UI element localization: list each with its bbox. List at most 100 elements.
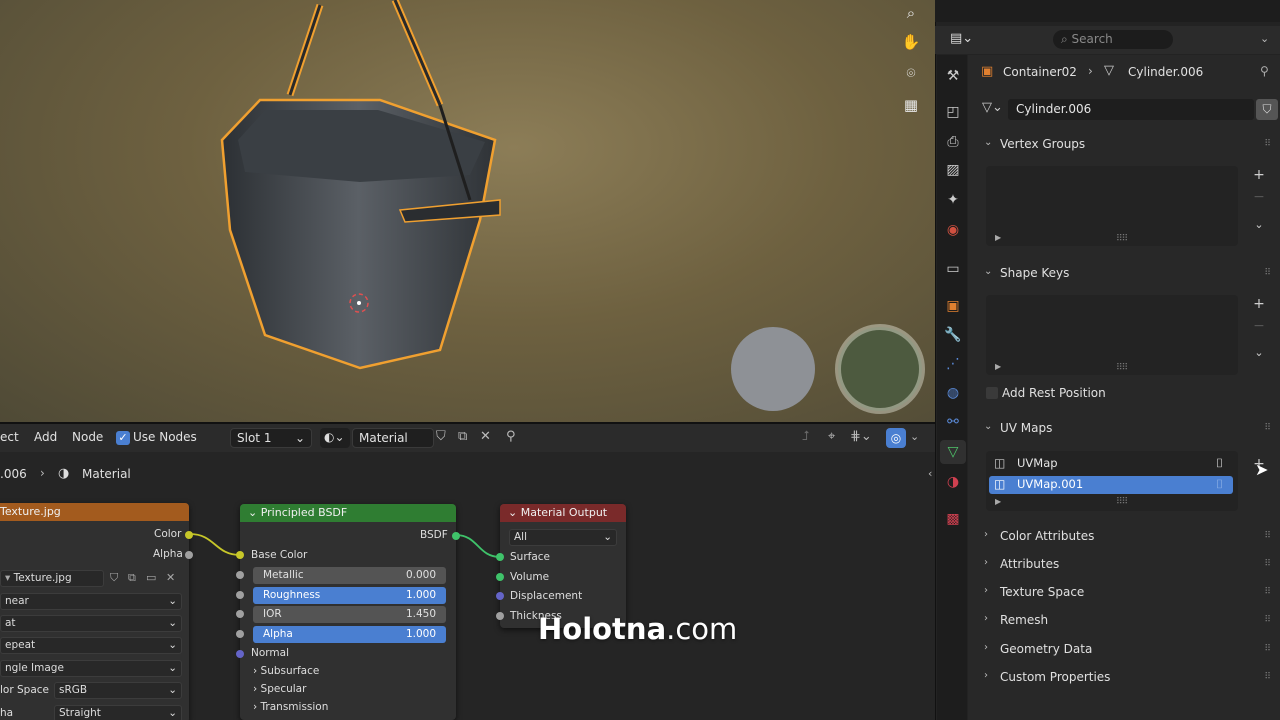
- texture-space-panel-header[interactable]: › Texture Space ⠿: [970, 580, 1280, 606]
- ior-field[interactable]: IOR 1.450: [253, 606, 446, 623]
- duplicate-material-icon[interactable]: ⧉: [458, 429, 467, 444]
- socket-normal[interactable]: [236, 650, 244, 658]
- bsdf-node-header[interactable]: ⌄ Principled BSDF: [240, 504, 456, 522]
- socket-thickness[interactable]: [496, 612, 504, 620]
- fake-user-shield-icon[interactable]: ⛉: [1256, 99, 1278, 120]
- render-tab-icon[interactable]: ◰: [940, 100, 966, 124]
- output-tab-icon[interactable]: ⎙: [940, 130, 966, 154]
- material-tab-icon[interactable]: ◑: [940, 470, 966, 494]
- socket-displacement[interactable]: [496, 592, 504, 600]
- specular-panel[interactable]: › Specular: [253, 683, 306, 695]
- grid-ortho-icon[interactable]: ▦: [898, 92, 924, 118]
- image-datablock-field[interactable]: ▾ Texture.jpg: [0, 570, 104, 587]
- camera-icon[interactable]: ⌾: [898, 60, 924, 86]
- drag-handle-icon[interactable]: ⠿: [1264, 139, 1271, 149]
- editor-type-icon[interactable]: ▤⌄: [950, 31, 973, 46]
- menu-node[interactable]: Node: [72, 430, 103, 444]
- drag-handle-icon[interactable]: ⠿: [1264, 672, 1271, 682]
- socket-metallic[interactable]: [236, 571, 244, 579]
- modifier-wrench-icon[interactable]: 🔧: [940, 323, 966, 347]
- snap-mode-icon[interactable]: ⋕⌄: [850, 429, 872, 444]
- source-dropdown[interactable]: ngle Image ⌄: [0, 660, 182, 677]
- roughness-field[interactable]: Roughness 1.000: [253, 587, 446, 604]
- socket-surface[interactable]: [496, 553, 504, 561]
- uv-maps-panel-header[interactable]: ⌄ UV Maps ⠿: [970, 416, 1280, 442]
- remove-vertex-group-icon[interactable]: −: [1250, 188, 1268, 206]
- physics-tab-icon[interactable]: ◍: [940, 381, 966, 405]
- texture-node-title[interactable]: Texture.jpg: [0, 503, 189, 521]
- scene-tab-icon[interactable]: ✦: [940, 188, 966, 212]
- fake-user-shield-icon[interactable]: ⛉: [110, 571, 118, 585]
- alpha-field[interactable]: Alpha 1.000: [253, 626, 446, 643]
- view-layer-tab-icon[interactable]: ▨: [940, 158, 966, 182]
- snap-icon[interactable]: ⌖: [828, 429, 835, 444]
- uv-map-row-selected[interactable]: UVMap.001: [989, 476, 1233, 494]
- socket-roughness[interactable]: [236, 591, 244, 599]
- active-render-camera-icon[interactable]: ⌷: [1216, 456, 1223, 471]
- texture-tab-icon[interactable]: ▩: [940, 507, 966, 531]
- zoom-icon[interactable]: ⌕: [898, 0, 924, 26]
- socket-volume[interactable]: [496, 573, 504, 581]
- world-tab-icon[interactable]: ◉: [940, 218, 966, 242]
- bucket-model[interactable]: [0, 0, 935, 422]
- constraints-tab-icon[interactable]: ⚯: [940, 410, 966, 434]
- unlink-x-icon[interactable]: ✕: [166, 571, 175, 584]
- drag-handle-icon[interactable]: ⠿: [1264, 587, 1271, 597]
- add-vertex-group-icon[interactable]: +: [1250, 166, 1268, 184]
- chevron-down-icon[interactable]: ⌄: [1250, 343, 1268, 361]
- custom-properties-panel-header[interactable]: › Custom Properties ⠿: [970, 665, 1280, 691]
- overlays-icon[interactable]: ◎: [886, 428, 906, 448]
- menu-add[interactable]: Add: [34, 430, 57, 444]
- mesh-data-tab-icon[interactable]: ▽: [940, 440, 966, 464]
- extension-dropdown[interactable]: epeat ⌄: [0, 637, 182, 654]
- vertex-groups-list[interactable]: [986, 166, 1238, 246]
- vertex-groups-panel-header[interactable]: ⌄ Vertex Groups ⠿: [970, 132, 1280, 158]
- remesh-panel-header[interactable]: › Remesh ⠿: [970, 608, 1280, 634]
- fake-user-shield-icon[interactable]: ⛉: [436, 429, 446, 444]
- socket-alpha[interactable]: [185, 551, 193, 559]
- output-node-header[interactable]: ⌄ Material Output: [500, 504, 626, 522]
- shape-keys-list[interactable]: [986, 295, 1238, 375]
- 3d-viewport[interactable]: ⌕ ✋ ⌾ ▦: [0, 0, 935, 422]
- transmission-panel[interactable]: › Transmission: [253, 701, 328, 713]
- socket-alpha-in[interactable]: [236, 630, 244, 638]
- expand-arrow-icon[interactable]: ▶: [995, 233, 1001, 242]
- slot-dropdown[interactable]: Slot 1 ⌄: [230, 428, 312, 448]
- socket-bsdf-out[interactable]: [452, 532, 460, 540]
- pin-icon[interactable]: ⚲: [1260, 64, 1269, 78]
- remove-shape-key-icon[interactable]: −: [1250, 317, 1268, 335]
- alpha-mode-dropdown[interactable]: Straight ⌄: [54, 705, 182, 720]
- hand-pan-icon[interactable]: ✋: [898, 29, 924, 55]
- use-nodes-checkbox[interactable]: ✓: [116, 431, 130, 445]
- tool-tab-icon[interactable]: ⚒: [940, 64, 966, 88]
- unlink-x-icon[interactable]: ✕: [480, 429, 491, 444]
- list-resize-handle[interactable]: ⠿⠿: [1116, 363, 1128, 373]
- list-resize-handle[interactable]: ⠿⠿: [1116, 497, 1128, 507]
- menu-select[interactable]: ect: [0, 430, 19, 444]
- projection-dropdown[interactable]: at ⌄: [0, 615, 182, 632]
- socket-color[interactable]: [185, 531, 193, 539]
- drag-handle-icon[interactable]: ⠿: [1264, 644, 1271, 654]
- uv-map-row[interactable]: UVMap: [989, 455, 1233, 473]
- pin-icon[interactable]: ⚲: [506, 429, 516, 444]
- drag-handle-icon[interactable]: ⠿: [1264, 559, 1271, 569]
- drag-handle-icon[interactable]: ⠿: [1264, 531, 1271, 541]
- object-tab-icon[interactable]: ▣: [940, 294, 966, 318]
- material-name-field[interactable]: Material: [352, 428, 434, 448]
- list-resize-handle[interactable]: ⠿⠿: [1116, 234, 1128, 244]
- color-space-dropdown[interactable]: sRGB ⌄: [54, 682, 182, 699]
- chevron-down-icon[interactable]: ⌄: [1260, 32, 1269, 45]
- attributes-panel-header[interactable]: › Attributes ⠿: [970, 552, 1280, 578]
- duplicate-image-icon[interactable]: ⧉: [128, 571, 136, 585]
- search-input[interactable]: ⌕ Search: [1053, 30, 1173, 49]
- color-attributes-panel-header[interactable]: › Color Attributes ⠿: [970, 524, 1280, 550]
- add-shape-key-icon[interactable]: +: [1250, 295, 1268, 313]
- output-target-dropdown[interactable]: All ⌄: [509, 529, 617, 546]
- socket-ior[interactable]: [236, 610, 244, 618]
- interpolation-dropdown[interactable]: near ⌄: [0, 593, 182, 610]
- open-folder-icon[interactable]: ▭: [146, 571, 156, 584]
- chevron-down-icon[interactable]: ⌄: [1250, 215, 1268, 233]
- chevron-down-icon[interactable]: ⌄: [910, 430, 919, 443]
- socket-base-color[interactable]: [236, 551, 244, 559]
- subsurface-panel[interactable]: › Subsurface: [253, 665, 319, 677]
